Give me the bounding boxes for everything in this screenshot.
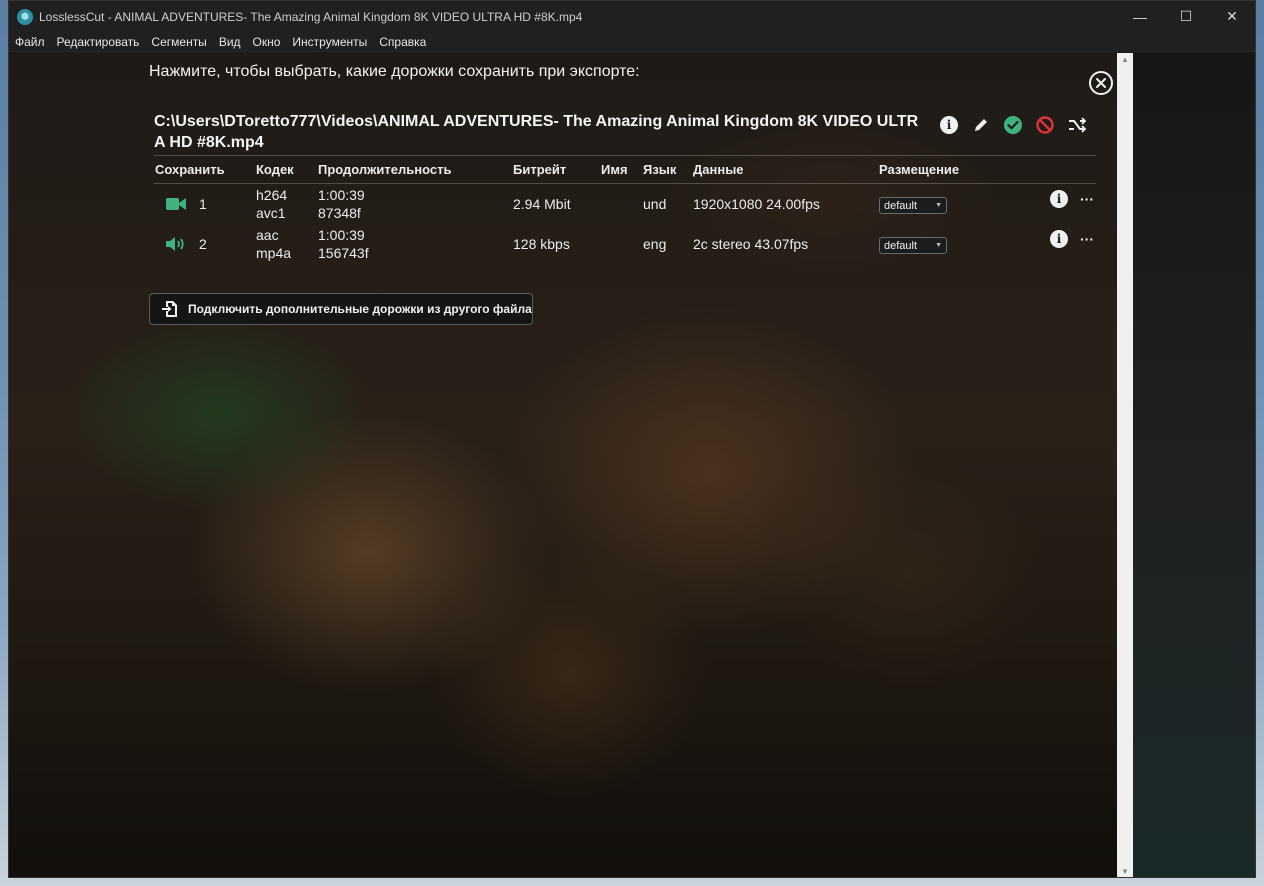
table-header: Сохранить Кодек Продолжительность Битрей… — [154, 155, 1096, 184]
menu-window[interactable]: Окно — [247, 35, 287, 49]
codec-tag: avc1 — [256, 205, 286, 221]
maximize-button[interactable]: ☐ — [1163, 1, 1209, 32]
disposition-value: default — [884, 239, 918, 252]
speaker-icon — [166, 237, 184, 251]
enable-all-tracks-button[interactable] — [1003, 115, 1023, 135]
bitrate-cell: 2.94 Mbit — [513, 196, 571, 212]
dialog-header: Нажмите, чтобы выбрать, какие дорожки со… — [149, 63, 640, 80]
bitrate-cell: 128 kbps — [513, 236, 570, 252]
track-toggle-video[interactable]: 1 — [154, 186, 256, 222]
track-number: 2 — [199, 236, 207, 252]
track-number: 1 — [199, 196, 207, 212]
disposition-value: default — [884, 199, 918, 212]
col-save: Сохранить — [155, 162, 225, 177]
minimize-button[interactable]: — — [1117, 1, 1163, 32]
codec-cell: aac mp4a — [256, 226, 318, 262]
chevron-down-icon: ▼ — [935, 242, 942, 249]
shuffle-icon — [1069, 117, 1087, 133]
table-row: 1 h264 avc1 1:00:39 87348f 2.94 Mbit und… — [154, 184, 1096, 224]
track-actions: i ··· — [1050, 190, 1094, 208]
more-options-button[interactable]: ··· — [1080, 192, 1094, 206]
video-camera-icon — [166, 198, 186, 210]
name-cell — [601, 186, 643, 222]
menu-help[interactable]: Справка — [373, 35, 432, 49]
close-icon — [1096, 78, 1106, 88]
tracks-table: Сохранить Кодек Продолжительность Битрей… — [154, 155, 1096, 264]
duration-cell: 1:00:39 87348f — [318, 186, 513, 222]
app-window: LosslessCut - ANIMAL ADVENTURES- The Ama… — [8, 0, 1256, 878]
disposition-select[interactable]: default ▼ — [879, 237, 947, 254]
info-icon: i — [940, 116, 958, 134]
duration-cell: 1:00:39 156743f — [318, 226, 513, 262]
attach-tracks-button[interactable]: Подключить дополнительные дорожки из дру… — [149, 293, 533, 325]
menu-segments[interactable]: Сегменты — [145, 35, 212, 49]
language-cell: eng — [643, 236, 667, 252]
scroll-up-arrow-icon[interactable]: ▲ — [1117, 53, 1133, 67]
data-cell: 2c stereo 43.07fps — [693, 236, 809, 252]
file-actions: i — [939, 115, 1087, 135]
frames-value: 156743f — [318, 245, 369, 261]
file-path-title: C:\Users\DToretto777\Videos\ANIMAL ADVEN… — [154, 113, 919, 151]
menu-bar: Файл Редактировать Сегменты Вид Окно Инс… — [9, 32, 1255, 52]
name-cell — [601, 226, 643, 262]
duration-value: 1:00:39 — [318, 227, 365, 243]
col-name: Имя — [601, 162, 628, 177]
check-circle-icon — [1004, 116, 1022, 134]
data-cell: 1920x1080 24.00fps — [693, 196, 820, 212]
disposition-cell: default ▼ — [879, 226, 1019, 254]
menu-view[interactable]: Вид — [213, 35, 247, 49]
shuffle-tracks-button[interactable] — [1067, 115, 1087, 135]
edit-file-button[interactable] — [971, 115, 991, 135]
menu-tools[interactable]: Инструменты — [286, 35, 373, 49]
col-language: Язык — [643, 162, 677, 177]
col-disposition: Размещение — [879, 162, 960, 177]
disposition-cell: default ▼ — [879, 186, 1019, 214]
menu-edit[interactable]: Редактировать — [51, 35, 146, 49]
video-background: Нажмите, чтобы выбрать, какие дорожки со… — [9, 53, 1133, 877]
track-info-button[interactable]: i — [1050, 190, 1068, 208]
disable-all-tracks-button[interactable] — [1035, 115, 1055, 135]
attach-tracks-label: Подключить дополнительные дорожки из дру… — [188, 302, 532, 316]
col-codec: Кодек — [256, 162, 294, 177]
file-info-button[interactable]: i — [939, 115, 959, 135]
window-controls: — ☐ ✕ — [1117, 1, 1255, 32]
losslesscut-app-icon — [17, 8, 33, 25]
codec-cell: h264 avc1 — [256, 186, 318, 222]
track-toggle-audio[interactable]: 2 — [154, 226, 256, 262]
track-info-button[interactable]: i — [1050, 230, 1068, 248]
codec-name: aac — [256, 227, 279, 243]
frames-value: 87348f — [318, 205, 361, 221]
pencil-icon — [975, 119, 987, 131]
file-import-icon — [162, 301, 177, 317]
col-data: Данные — [693, 162, 744, 177]
col-bitrate: Битрейт — [513, 162, 567, 177]
codec-tag: mp4a — [256, 245, 292, 261]
col-duration: Продолжительность — [318, 162, 452, 177]
close-dialog-button[interactable] — [1089, 71, 1113, 95]
codec-name: h264 — [256, 187, 288, 203]
duration-value: 1:00:39 — [318, 187, 365, 203]
table-row: 2 aac mp4a 1:00:39 156743f 128 kbps eng … — [154, 224, 1096, 264]
window-title: LosslessCut - ANIMAL ADVENTURES- The Ama… — [39, 9, 583, 24]
title-bar: LosslessCut - ANIMAL ADVENTURES- The Ama… — [9, 1, 1255, 32]
chevron-down-icon: ▼ — [935, 202, 942, 209]
vertical-scrollbar[interactable]: ▲ ▼ — [1117, 53, 1133, 877]
menu-file[interactable]: Файл — [9, 35, 51, 49]
side-panel-background — [1133, 53, 1255, 877]
disposition-select[interactable]: default ▼ — [879, 197, 947, 214]
more-options-button[interactable]: ··· — [1080, 232, 1094, 246]
track-actions: i ··· — [1050, 230, 1094, 248]
language-cell: und — [643, 196, 667, 212]
scroll-down-arrow-icon[interactable]: ▼ — [1117, 865, 1133, 877]
close-window-button[interactable]: ✕ — [1209, 1, 1255, 32]
block-icon — [1036, 116, 1054, 134]
